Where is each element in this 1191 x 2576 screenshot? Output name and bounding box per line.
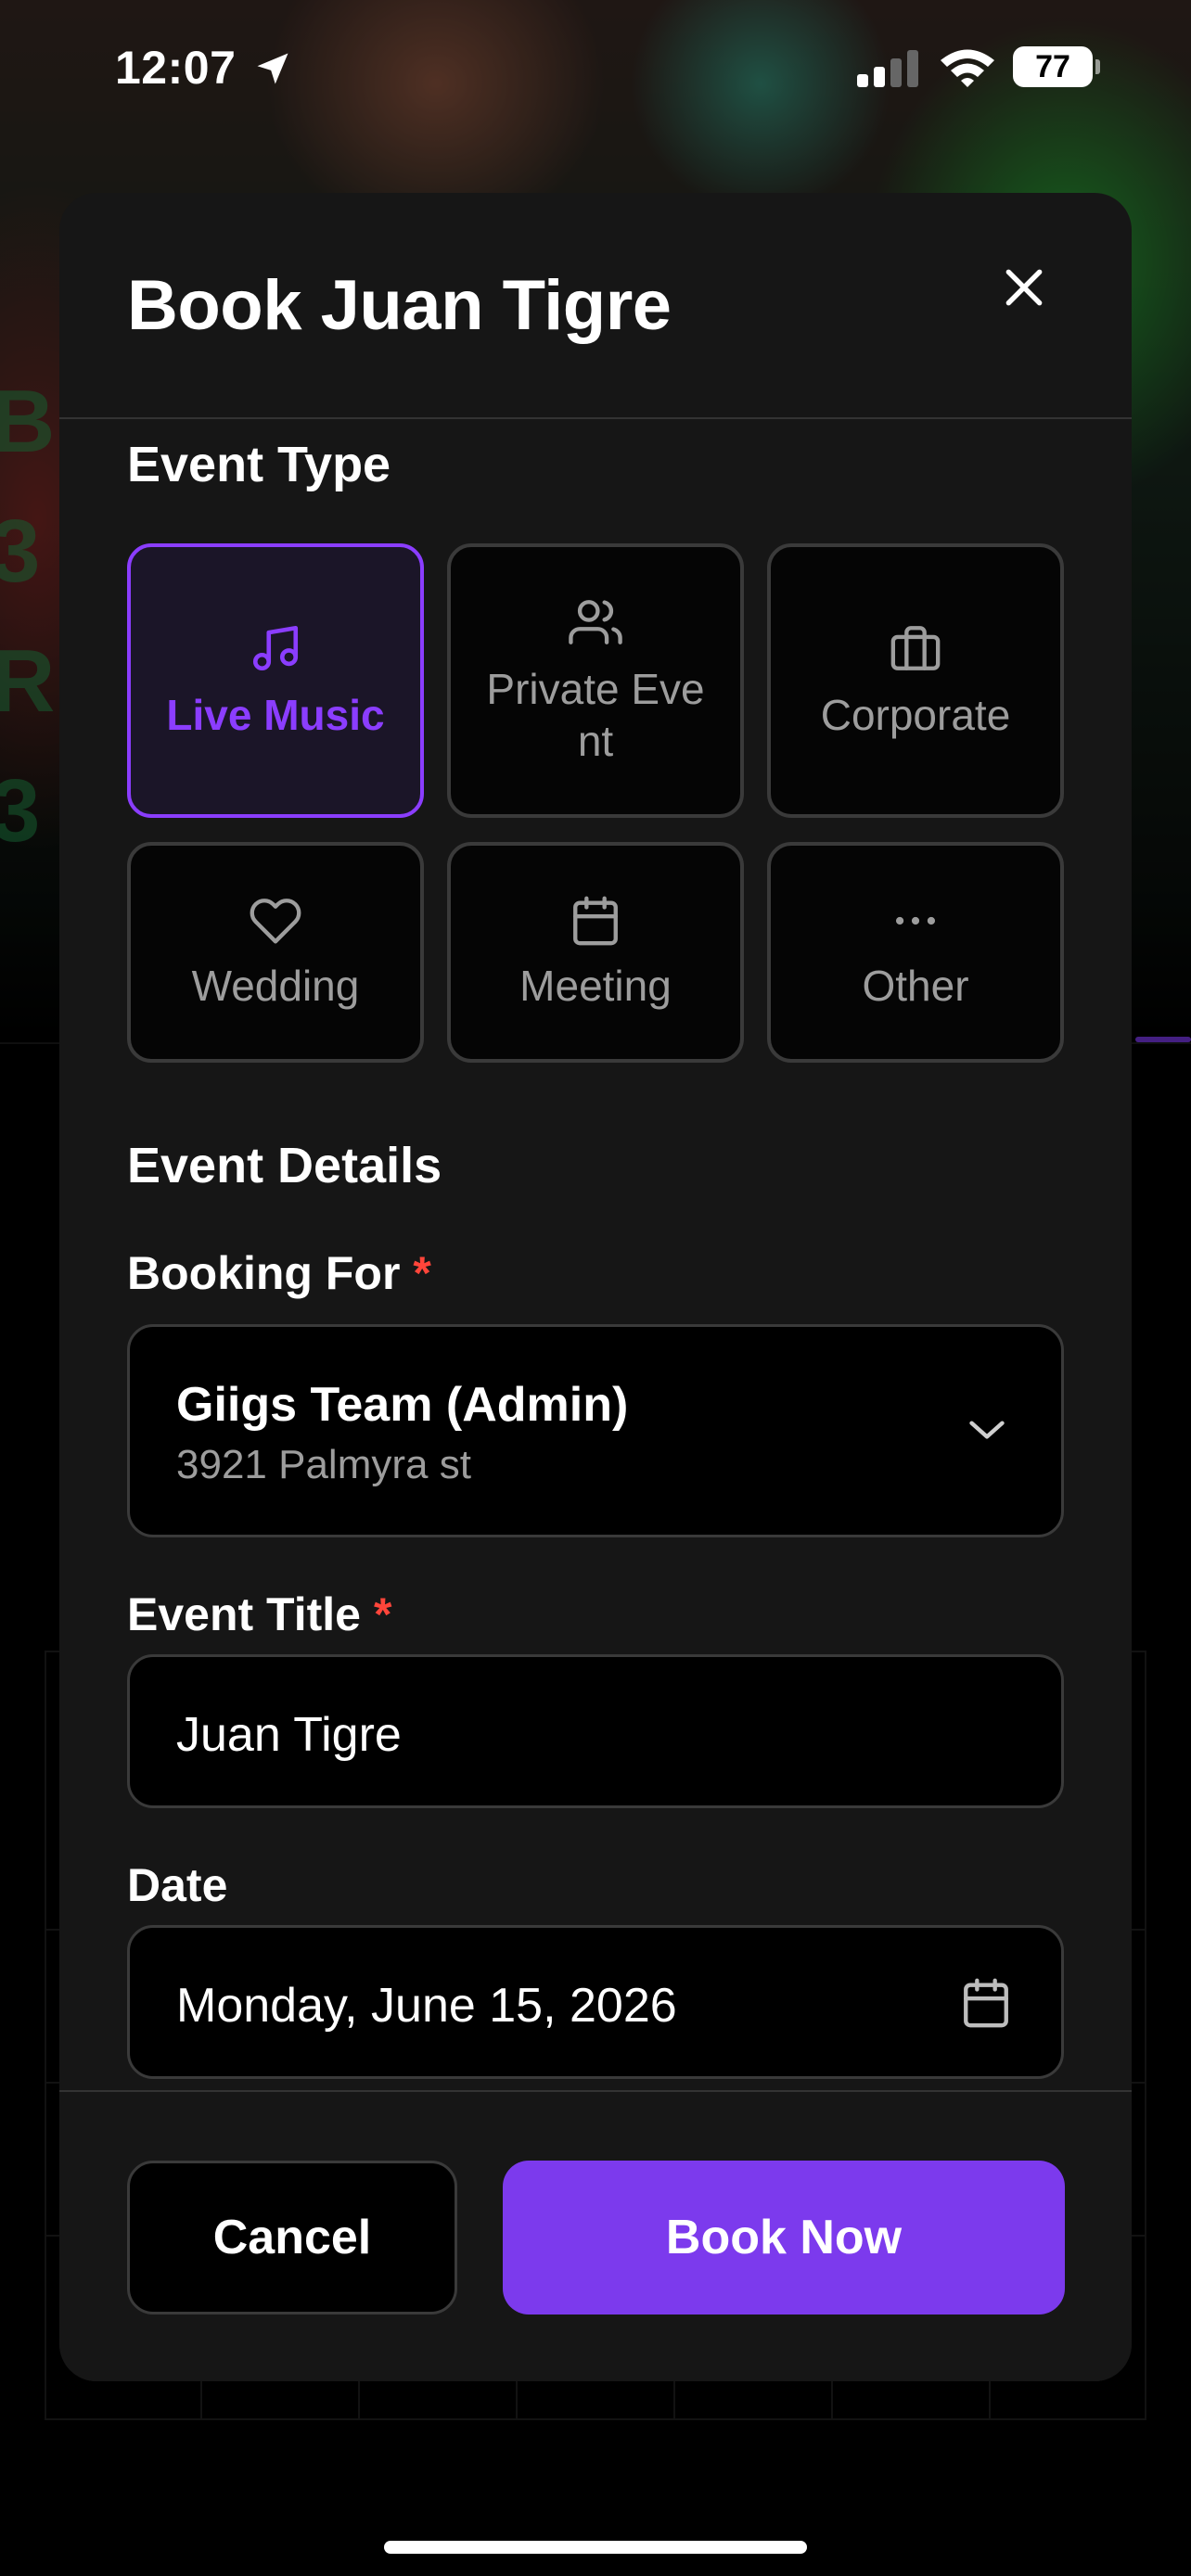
event-title-value: Juan Tigre bbox=[176, 1708, 402, 1762]
booking-for-value: Giigs Team (Admin) bbox=[176, 1378, 629, 1432]
modal-header: Book Juan Tigre bbox=[59, 193, 1132, 419]
date-value: Monday, June 15, 2026 bbox=[176, 1979, 677, 2033]
modal-title: Book Juan Tigre bbox=[127, 266, 672, 345]
event-type-corporate[interactable]: Corporate bbox=[767, 543, 1064, 818]
event-type-meeting[interactable]: Meeting bbox=[447, 842, 744, 1063]
status-bar: 12:07 77 bbox=[0, 0, 1191, 139]
calendar-icon bbox=[959, 1976, 1013, 2034]
more-horizontal-icon bbox=[889, 894, 942, 952]
modal-footer: Cancel Book Now bbox=[59, 2090, 1132, 2381]
event-type-label: Private Event bbox=[486, 664, 705, 765]
location-arrow-icon bbox=[252, 48, 293, 94]
chevron-down-icon bbox=[967, 1416, 1007, 1448]
event-type-label: Meeting bbox=[519, 961, 672, 1010]
event-type-private-event[interactable]: Private Event bbox=[447, 543, 744, 818]
event-title-label: Event Title * bbox=[127, 1588, 392, 1640]
music-note-icon bbox=[249, 621, 302, 680]
date-label: Date bbox=[127, 1859, 228, 1911]
event-type-label: Live Music bbox=[166, 690, 385, 739]
event-type-live-music[interactable]: Live Music bbox=[127, 543, 424, 818]
status-time: 12:07 bbox=[115, 42, 237, 94]
close-button[interactable] bbox=[991, 256, 1057, 323]
users-icon bbox=[567, 595, 624, 654]
cancel-button[interactable]: Cancel bbox=[127, 2161, 457, 2315]
required-mark: * bbox=[373, 1588, 392, 1640]
event-details-heading: Event Details bbox=[127, 1138, 442, 1193]
event-type-heading: Event Type bbox=[127, 437, 391, 492]
close-icon bbox=[1001, 264, 1047, 315]
book-now-button[interactable]: Book Now bbox=[503, 2161, 1065, 2315]
wifi-icon bbox=[937, 45, 998, 94]
required-mark: * bbox=[413, 1247, 431, 1299]
booking-for-address: 3921 Palmyra st bbox=[176, 1442, 471, 1487]
event-type-label: Corporate bbox=[820, 690, 1011, 739]
event-type-label: Other bbox=[862, 961, 969, 1010]
date-picker-field[interactable]: Monday, June 15, 2026 bbox=[127, 1925, 1064, 2079]
event-type-other[interactable]: Other bbox=[767, 842, 1064, 1063]
home-indicator[interactable] bbox=[384, 2541, 807, 2554]
booking-modal: Book Juan Tigre Event Type Live Music Pr… bbox=[59, 193, 1132, 2381]
battery-icon: 77 bbox=[1013, 46, 1100, 87]
calendar-icon bbox=[569, 894, 622, 952]
event-type-wedding[interactable]: Wedding bbox=[127, 842, 424, 1063]
event-title-input[interactable]: Juan Tigre bbox=[127, 1654, 1064, 1808]
booking-for-select[interactable]: Giigs Team (Admin) 3921 Palmyra st bbox=[127, 1324, 1064, 1537]
heart-icon bbox=[247, 894, 304, 952]
booking-for-label: Booking For * bbox=[127, 1247, 431, 1299]
cellular-signal-icon bbox=[855, 48, 920, 94]
briefcase-icon bbox=[887, 621, 944, 680]
event-type-label: Wedding bbox=[191, 961, 360, 1010]
